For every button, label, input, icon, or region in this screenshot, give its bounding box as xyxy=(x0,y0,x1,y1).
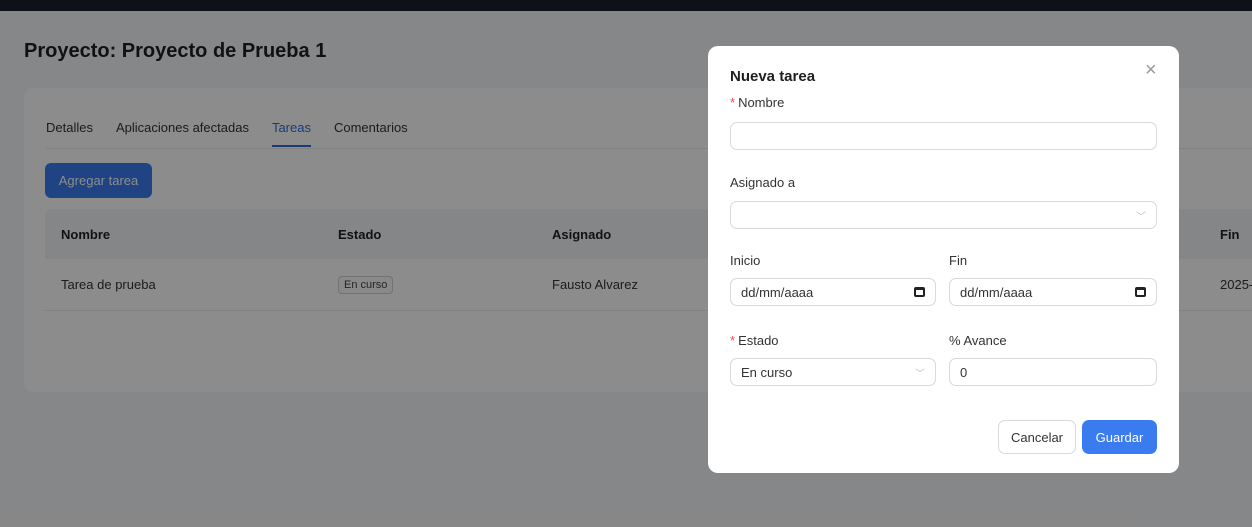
estado-label: * Estado xyxy=(730,333,779,348)
fin-label: Fin xyxy=(949,253,968,268)
fin-placeholder: dd/mm/aaaa xyxy=(960,284,1033,300)
modal-title: Nueva tarea xyxy=(730,68,816,85)
calendar-icon[interactable] xyxy=(914,287,925,297)
inicio-placeholder: dd/mm/aaaa xyxy=(741,284,814,300)
asignado-label: Asignado a xyxy=(730,175,796,190)
nombre-label-text: Nombre xyxy=(738,95,785,110)
save-button[interactable]: Guardar xyxy=(1082,420,1157,454)
estado-label-text: Estado xyxy=(738,333,779,348)
inicio-date-input[interactable]: dd/mm/aaaa xyxy=(730,278,936,306)
avance-input[interactable] xyxy=(949,358,1157,386)
chevron-down-icon: ﹀ xyxy=(915,368,925,380)
estado-select[interactable]: En curso ﹀ xyxy=(730,358,936,386)
avance-label: % Avance xyxy=(949,333,1007,348)
cancel-button[interactable]: Cancelar xyxy=(998,420,1076,454)
nombre-label: * Nombre xyxy=(730,95,784,110)
estado-value: En curso xyxy=(741,364,793,380)
fin-date-input[interactable]: dd/mm/aaaa xyxy=(949,278,1157,306)
new-task-modal: Nueva tarea × * Nombre Asignado a ﹀ Inici… xyxy=(708,46,1179,473)
asignado-select[interactable]: ﹀ xyxy=(730,201,1157,229)
chevron-down-icon: ﹀ xyxy=(1136,211,1146,223)
close-icon[interactable]: × xyxy=(1145,60,1157,80)
required-marker: * xyxy=(730,95,736,110)
required-marker: * xyxy=(730,333,736,348)
inicio-label: Inicio xyxy=(730,253,761,268)
nombre-input[interactable] xyxy=(730,122,1157,150)
calendar-icon[interactable] xyxy=(1135,287,1146,297)
